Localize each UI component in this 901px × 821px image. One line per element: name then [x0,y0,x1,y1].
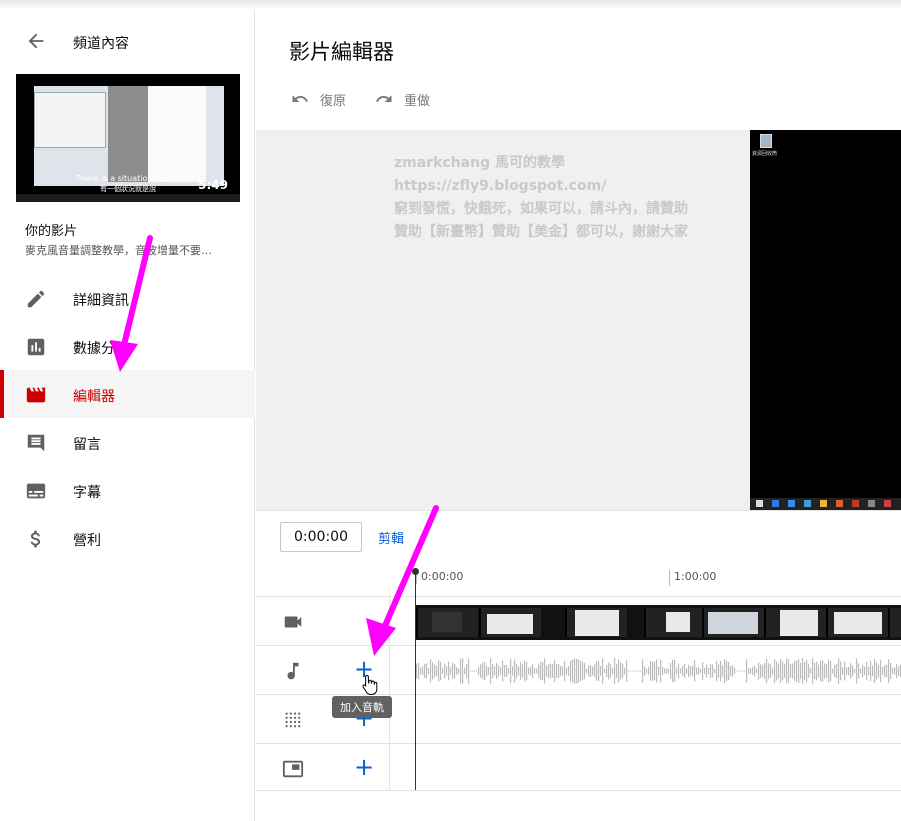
video-preview[interactable]: zmarkchang 馬可的教學 https://zfly9.blogspot.… [256,130,901,510]
desktop-icon-label: 資源回收筒 [752,151,778,157]
video-track [256,596,901,645]
main-panel: 影片編輯器 復原 重做 zmarkchang 馬可的教學 https://zfl… [256,10,901,821]
sidebar-item-editor[interactable]: 編輯器 [0,370,255,418]
channel-content-title: 頻道內容 [73,36,129,52]
redo-icon [376,95,392,102]
sidebar-item-label: 字幕 [73,485,101,501]
page-title: 影片編輯器 [289,40,394,64]
sidebar-nav: 詳細資訊 數據分析 編輯器 留言 字幕 營利 [0,274,255,562]
audio-track: + [256,645,901,694]
recycle-bin-icon [760,134,772,148]
end-screen-icon [282,760,304,778]
undo-label: 復原 [320,94,347,109]
video-title: 麥克風音量調整教學，音波增量不要… [25,244,212,257]
watermark-line: https://zfly9.blogspot.com/ [394,178,607,194]
video-thumbnail[interactable]: There is a situation that is 有一個狀況就是說 5:… [16,74,240,202]
video-camera-icon [284,616,302,628]
audio-waveform [416,658,901,684]
sidebar-item-comments[interactable]: 留言 [0,418,255,466]
your-video-label: 你的影片 [25,224,78,239]
undo-button[interactable]: 復原 [289,88,359,110]
timeline-ruler: 0:00:00 1:00:00 [416,568,901,594]
watermark-text: zmarkchang 馬可的教學 https://zfly9.blogspot.… [394,152,688,244]
back-arrow-icon[interactable] [25,30,47,52]
add-audio-tooltip: 加入音軌 [332,696,392,718]
redo-label: 重做 [404,94,431,109]
sidebar-item-label: 營利 [73,533,101,549]
dollar-icon [30,530,41,548]
sidebar-item-label: 留言 [73,437,101,453]
thumbnail-screenshot [34,86,224,186]
sidebar-item-label: 詳細資訊 [73,293,129,309]
top-shadow [0,0,901,10]
preview-taskbar [750,498,901,510]
playhead-handle[interactable] [412,568,419,575]
preview-video-frame: 資源回收筒 [750,130,901,510]
analytics-icon [27,338,45,356]
sidebar-item-monetization[interactable]: 營利 [0,514,255,562]
sidebar-item-label: 編輯器 [73,389,115,405]
comment-icon [27,434,45,452]
blur-grid-icon [285,712,301,728]
video-duration: 5:49 [198,178,228,192]
subtitles-icon [26,483,46,499]
sidebar-item-analytics[interactable]: 數據分析 [0,322,255,370]
add-end-screen-button[interactable]: + [352,755,376,780]
watermark-line: zmarkchang 馬可的教學 [394,155,565,171]
divider [256,790,901,791]
redo-button[interactable]: 重做 [373,88,443,110]
back-row[interactable]: 頻道內容 [0,28,255,56]
playhead[interactable] [415,568,416,790]
sidebar: 頻道內容 There is a situation that is 有一個狀況就… [0,10,255,821]
sidebar-item-details[interactable]: 詳細資訊 [0,274,255,322]
timecode-input[interactable]: 0:00:00 [280,522,362,552]
pencil-icon [27,290,45,308]
video-filmstrip[interactable] [416,605,901,640]
trim-button[interactable]: 剪輯 [378,528,404,547]
track-header-separator [389,594,390,790]
clapperboard-icon [26,387,46,403]
sidebar-item-label: 數據分析 [73,341,129,357]
sidebar-item-subtitles[interactable]: 字幕 [0,466,255,514]
ruler-label: 1:00:00 [674,570,717,583]
music-note-icon [287,662,299,680]
watermark-line: 窮到發慌，快餓死，如果可以，請斗內，請贊助 [394,201,688,217]
hand-cursor-icon [362,674,378,695]
undo-icon [292,95,308,102]
watermark-line: 贊助【新臺幣】贊助【美金】都可以，謝謝大家 [394,224,688,240]
end-screen-track: + [256,743,901,792]
ruler-label: 0:00:00 [421,570,464,583]
divider [256,510,901,511]
